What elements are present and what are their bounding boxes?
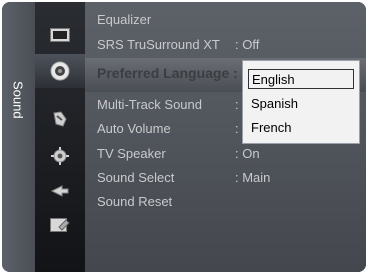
- menu-item-equalizer[interactable]: Equalizer: [97, 10, 235, 30]
- menu-item-label: TV Speaker: [97, 146, 166, 161]
- input-icon[interactable]: [47, 180, 73, 202]
- menu-item-value: : Main: [235, 170, 271, 185]
- application-icon[interactable]: [47, 214, 73, 236]
- menu-item-sound-select[interactable]: Sound Select : Main: [97, 168, 270, 188]
- menu-item-sound-reset[interactable]: Sound Reset: [97, 192, 235, 212]
- menu-item-value: : On: [235, 146, 260, 161]
- menu-item-label: Multi-Track Sound: [97, 97, 202, 112]
- setup-icon[interactable]: [47, 145, 73, 167]
- menu-item-label: SRS TruSurround XT: [97, 37, 220, 52]
- sound-menu-screen: Sound Equalizer SRS TruSurround XT: Off…: [2, 2, 366, 272]
- menu-item-label: Sound Select: [97, 170, 175, 185]
- menu-item-multi-track-sound[interactable]: Multi-Track Sound:: [97, 95, 239, 115]
- menu-item-tv-speaker[interactable]: TV Speaker : On: [97, 144, 260, 164]
- category-icon-column: [35, 2, 85, 272]
- speaker-icon[interactable]: [47, 60, 73, 82]
- channel-icon[interactable]: [47, 108, 73, 130]
- menu-item-auto-volume[interactable]: Auto Volume:: [97, 119, 239, 139]
- menu-item-label: Sound Reset: [97, 194, 173, 209]
- sidebar-label-sound: Sound: [10, 81, 26, 119]
- dropdown-option-english[interactable]: English: [248, 69, 354, 89]
- sidebar-tab: Sound: [2, 2, 35, 272]
- menu-item-srs-trusurround[interactable]: SRS TruSurround XT : Off: [97, 35, 259, 55]
- menu-item-value: :: [235, 97, 239, 112]
- picture-icon[interactable]: [47, 24, 73, 46]
- menu-item-preferred-language[interactable]: Preferred Language :: [97, 65, 238, 81]
- menu-item-label: Auto Volume: [97, 121, 171, 136]
- menu-item-label: Equalizer: [97, 12, 152, 27]
- menu-item-value: : Off: [235, 37, 260, 52]
- menu-item-value: :: [235, 121, 239, 136]
- dropdown-option-french[interactable]: French: [248, 118, 354, 138]
- language-dropdown: English Spanish French: [242, 60, 360, 144]
- dropdown-option-spanish[interactable]: Spanish: [248, 94, 354, 114]
